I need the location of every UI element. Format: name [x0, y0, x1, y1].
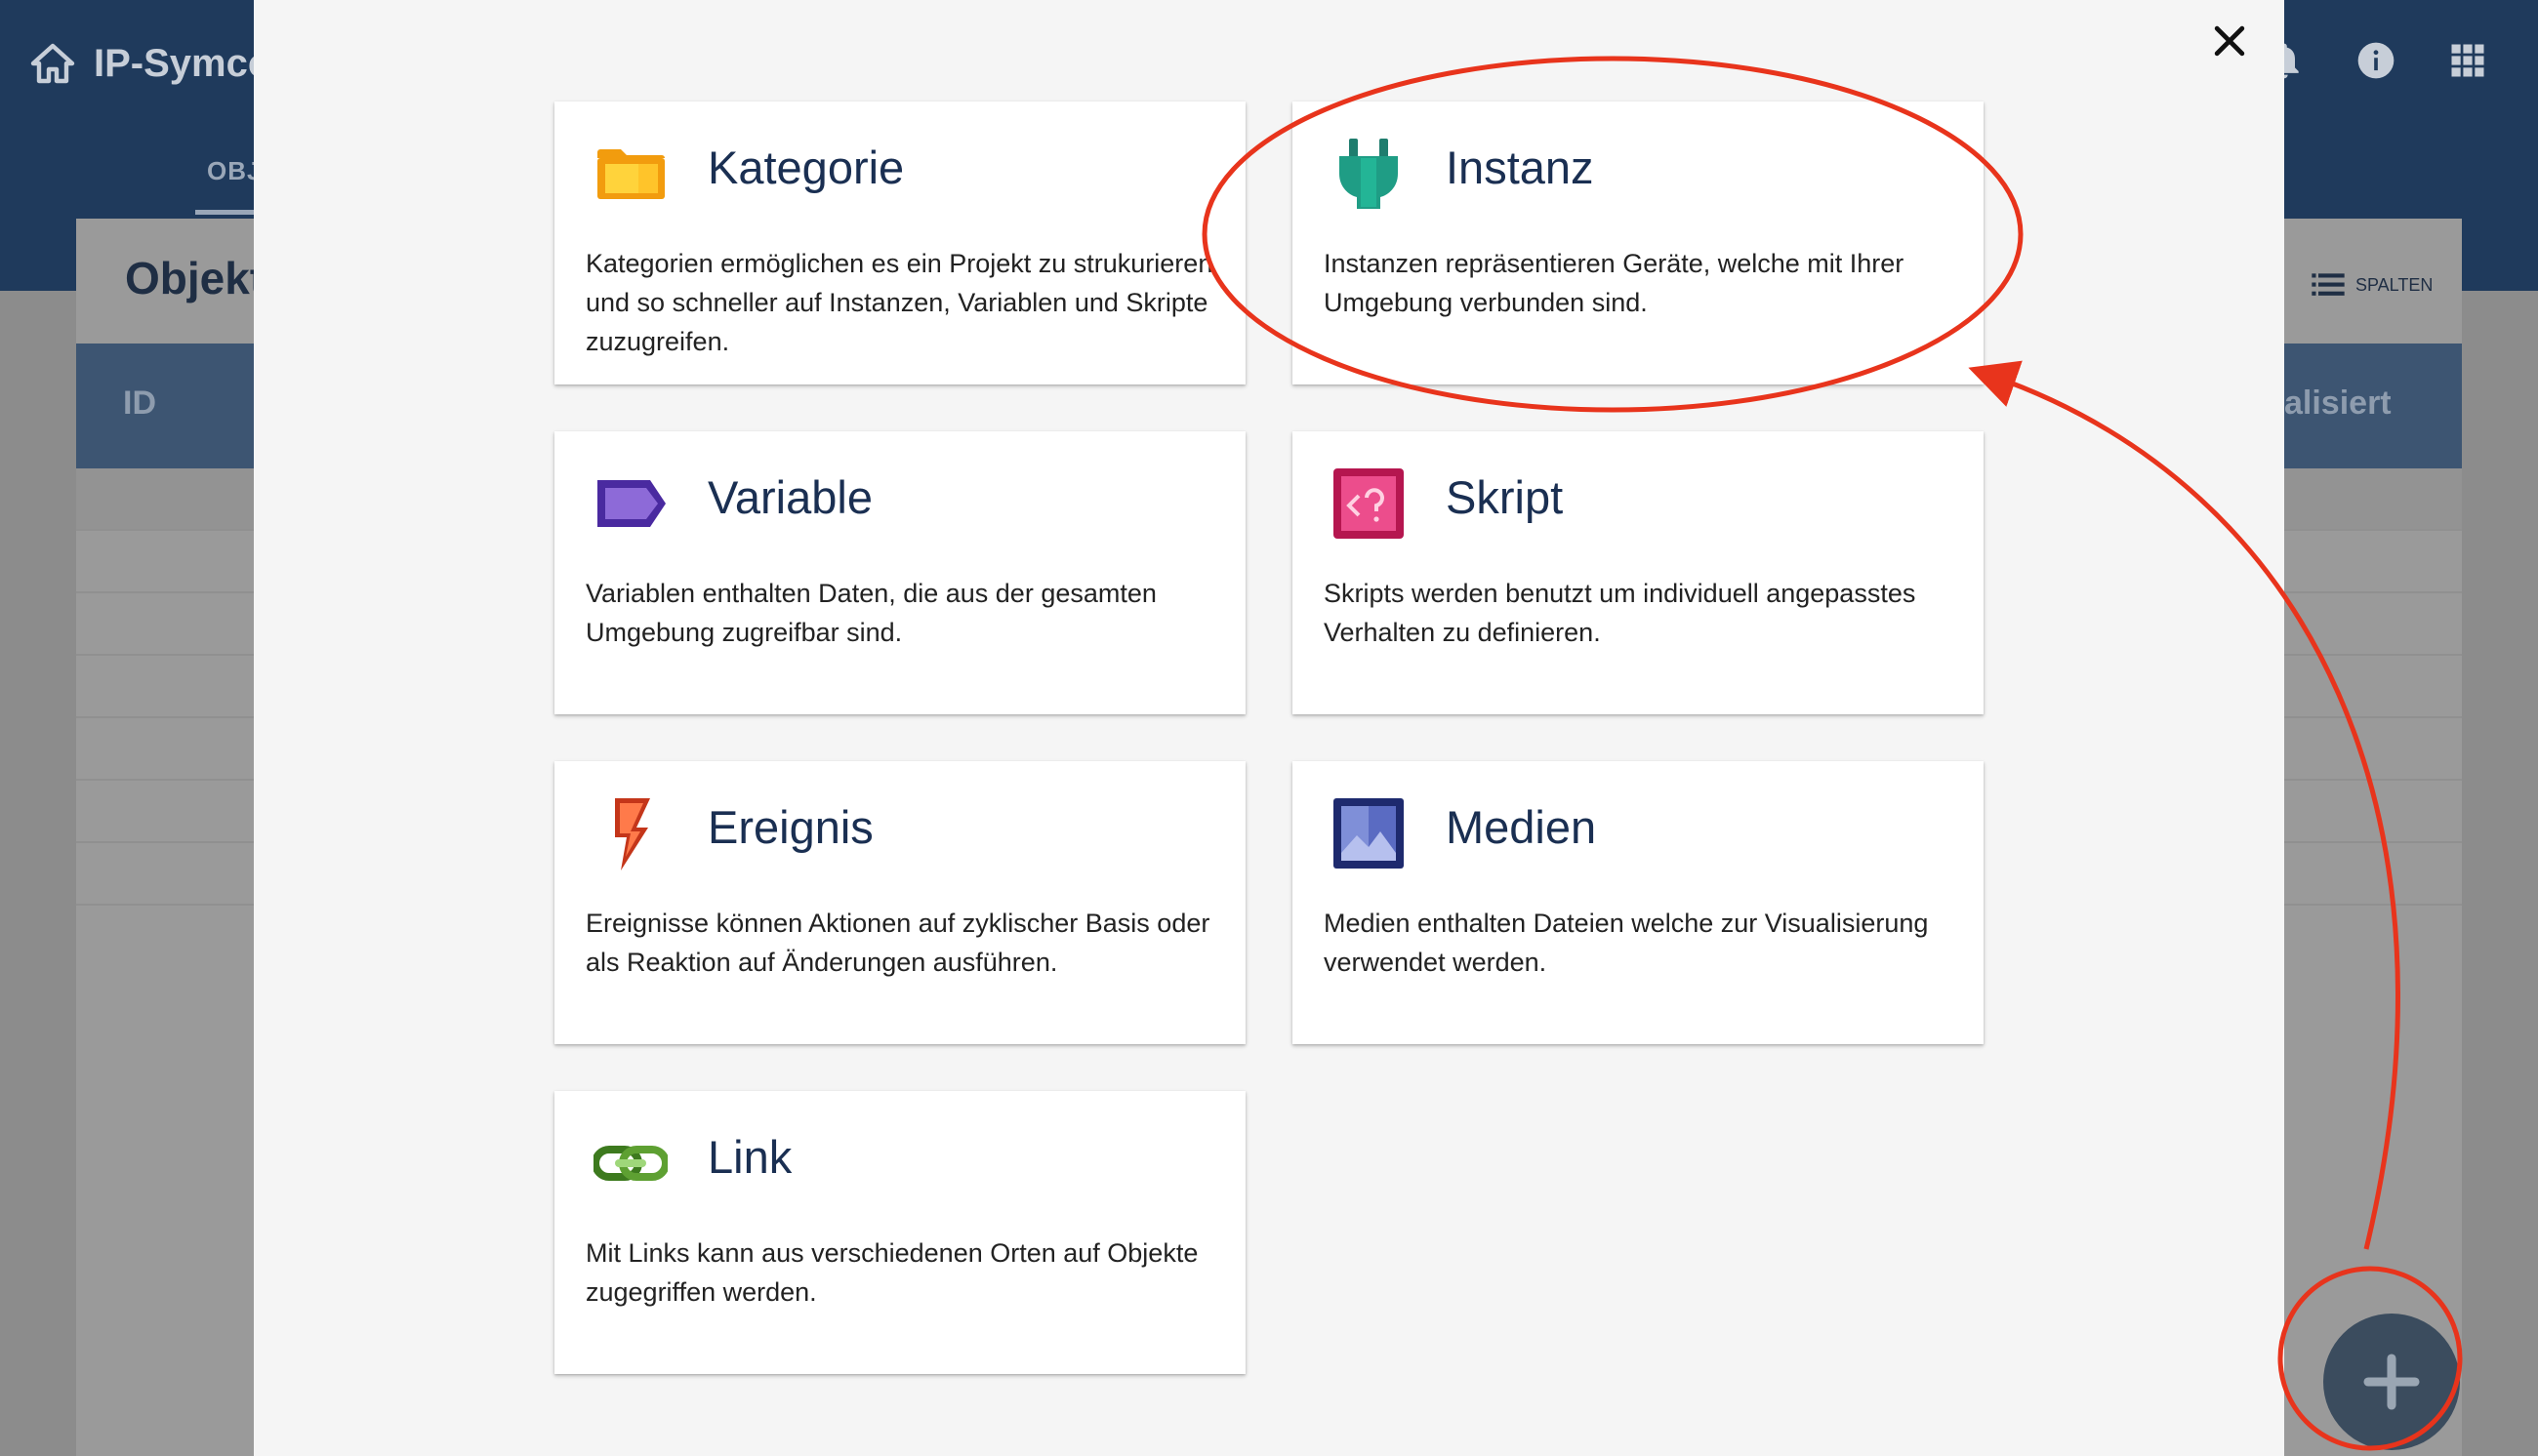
close-button[interactable] — [2208, 20, 2251, 62]
tile-medien[interactable]: Medien Medien enthalten Dateien welche z… — [1292, 761, 1984, 1044]
add-object-button[interactable] — [2323, 1314, 2460, 1450]
apps-grid-icon[interactable] — [2446, 39, 2489, 82]
plug-icon — [1331, 137, 1406, 211]
add-object-dialog: Kategorie Kategorien ermöglichen es ein … — [254, 0, 2284, 1456]
column-header-id[interactable]: ID — [123, 384, 156, 423]
brand[interactable]: IP-Symco — [29, 37, 271, 90]
column-header-updated[interactable]: alisiert — [2284, 384, 2392, 423]
columns-label: SPALTEN — [2355, 274, 2434, 295]
tag-icon — [594, 466, 668, 541]
tile-description: Mit Links kann aus verschiedenen Orten a… — [586, 1238, 1199, 1307]
tile-description: Variablen enthalten Daten, die aus der g… — [586, 579, 1157, 647]
script-icon — [1331, 466, 1406, 541]
info-icon[interactable] — [2354, 39, 2397, 82]
tile-title: Instanz — [1446, 142, 1594, 193]
home-icon — [30, 43, 75, 84]
tab-indicator — [195, 210, 254, 215]
tile-ereignis[interactable]: Ereignis Ereignisse können Aktionen auf … — [554, 761, 1246, 1044]
tile-title: Kategorie — [708, 142, 905, 193]
tile-title: Skript — [1446, 471, 1564, 523]
tile-title: Ereignis — [708, 801, 874, 853]
tile-skript[interactable]: Skript Skripts werden benutzt um individ… — [1292, 431, 1984, 714]
list-icon — [2312, 273, 2345, 296]
tile-description: Kategorien ermöglichen es ein Projekt zu… — [586, 249, 1213, 356]
tile-description: Instanzen repräsentieren Geräte, welche … — [1324, 249, 1904, 317]
tile-kategorie[interactable]: Kategorie Kategorien ermöglichen es ein … — [554, 101, 1246, 384]
top-icons — [2263, 39, 2489, 82]
columns-button[interactable]: SPALTEN — [2309, 265, 2433, 304]
brand-name: IP-Symco — [94, 41, 272, 85]
page-title: Objekt — [125, 253, 266, 303]
tile-variable[interactable]: Variable Variablen enthalten Daten, die … — [554, 431, 1246, 714]
tile-description: Skripts werden benutzt um individuell an… — [1324, 579, 1916, 647]
lightning-icon — [594, 796, 668, 870]
image-icon — [1331, 796, 1406, 870]
tile-title: Variable — [708, 471, 873, 523]
tile-description: Medien enthalten Dateien welche zur Visu… — [1324, 909, 1929, 977]
tile-link[interactable]: Link Mit Links kann aus verschiedenen Or… — [554, 1091, 1246, 1374]
link-icon — [592, 1126, 670, 1200]
close-icon — [2214, 25, 2245, 57]
tile-title: Link — [708, 1131, 793, 1183]
tile-description: Ereignisse können Aktionen auf zyklische… — [586, 909, 1210, 977]
tile-title: Medien — [1446, 801, 1597, 853]
tile-instanz[interactable]: Instanz Instanzen repräsentieren Geräte,… — [1292, 101, 1984, 384]
folder-icon — [594, 137, 668, 211]
plus-icon — [2363, 1354, 2420, 1410]
